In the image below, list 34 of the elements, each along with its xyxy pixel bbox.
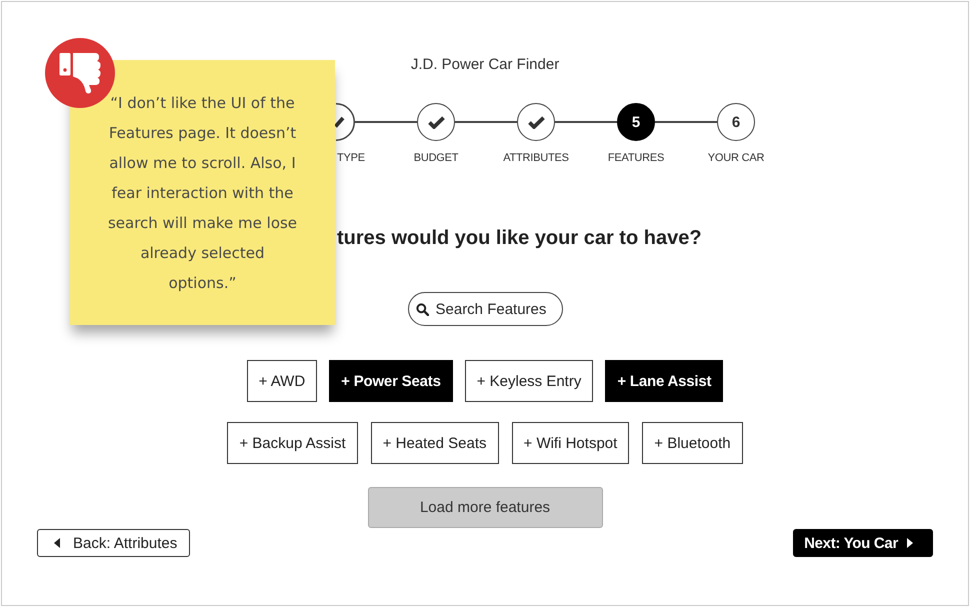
quote-text: “I don’t like the UI of the Features page. It doesn’t allow me to scroll. Also, I fear interaction with the search will make me lose already selected options.” <box>106 93 298 294</box>
step-label: ATTRIBUTES <box>503 152 569 165</box>
step-label: FEATURES <box>608 152 664 165</box>
feature-button[interactable]: + Bluetooth <box>642 422 743 464</box>
check-icon <box>428 116 444 128</box>
step-label: BUDGET <box>414 152 458 165</box>
feature-button[interactable]: + Lane Assist <box>605 360 724 402</box>
app-title: J.D. Power Car Finder <box>410 56 560 74</box>
step-label: TYPE <box>337 152 365 165</box>
step-circle[interactable] <box>417 103 455 141</box>
step-connector <box>455 121 517 123</box>
check-icon <box>335 116 344 128</box>
step-circle[interactable]: 5 <box>617 103 655 141</box>
back-button[interactable]: Back: Attributes <box>37 529 190 557</box>
feature-button[interactable]: + Keyless Entry <box>464 360 594 402</box>
right-triangle-icon <box>907 538 913 548</box>
step-label: YOUR CAR <box>708 152 764 165</box>
next-button[interactable]: Next: You Car <box>793 529 933 557</box>
page-heading: tures would you like your car to have? <box>337 226 702 250</box>
feature-button[interactable]: + Backup Assist <box>227 422 358 464</box>
feature-button[interactable]: + Heated Seats <box>370 422 499 464</box>
step-connector <box>655 121 717 123</box>
step-circle[interactable] <box>517 103 555 141</box>
load-more-button[interactable]: Load more features <box>368 487 602 528</box>
search-field[interactable]: Search Features <box>408 292 562 326</box>
check-icon <box>528 116 544 128</box>
left-triangle-icon <box>54 538 60 548</box>
feature-button[interactable]: + AWD <box>246 360 318 402</box>
step-circle[interactable]: 6 <box>717 103 755 141</box>
search-icon <box>416 302 428 316</box>
step-connector <box>555 121 617 123</box>
step-connector <box>355 121 417 123</box>
feature-button[interactable]: + Power Seats <box>329 360 453 402</box>
feature-button[interactable]: + Wifi Hotspot <box>512 422 630 464</box>
